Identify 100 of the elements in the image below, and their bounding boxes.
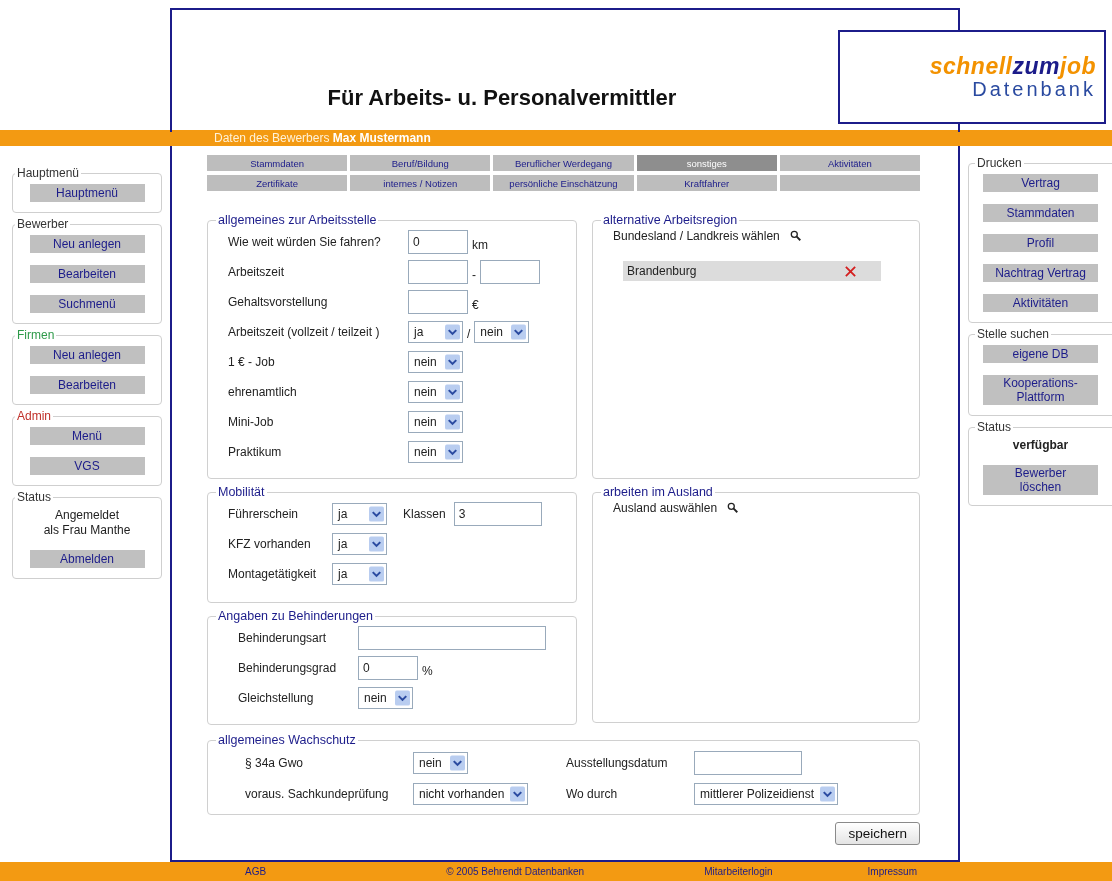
tab[interactable]: Zertifikate bbox=[207, 175, 348, 191]
field-label: Montagetätigkeit bbox=[228, 567, 318, 581]
input-field[interactable] bbox=[408, 260, 468, 284]
menu-button[interactable]: Bewerber löschen bbox=[983, 465, 1098, 495]
tab[interactable]: Beruf/Bildung bbox=[350, 155, 491, 171]
group-title: Bewerber bbox=[16, 217, 70, 231]
group-title: Status bbox=[16, 490, 53, 504]
dropdown[interactable]: nein bbox=[408, 381, 463, 403]
status-text: verfügbar bbox=[1011, 438, 1070, 453]
group-title: Status bbox=[976, 420, 1013, 434]
menu-button[interactable]: Suchmenü bbox=[29, 295, 145, 313]
dropdown[interactable]: ja bbox=[332, 503, 387, 525]
menu-button[interactable]: eigene DB bbox=[983, 345, 1098, 363]
tab[interactable]: persönliche Einschätzung bbox=[493, 175, 634, 191]
input-field[interactable]: 3 bbox=[453, 502, 542, 526]
dropdown[interactable]: ja bbox=[332, 563, 387, 585]
menu-button[interactable]: Menü bbox=[29, 427, 145, 445]
unit-label: € bbox=[472, 298, 479, 314]
dropdown[interactable]: nein bbox=[474, 321, 530, 343]
field-label: Behinderungsgrad bbox=[237, 661, 338, 675]
input-field[interactable]: 0 bbox=[408, 230, 468, 254]
chevron-down-icon bbox=[445, 414, 460, 430]
dropdown[interactable]: nein bbox=[408, 411, 463, 433]
group-title: Stelle suchen bbox=[976, 327, 1051, 341]
chevron-down-icon bbox=[510, 786, 526, 802]
input-field[interactable] bbox=[358, 626, 546, 650]
tab[interactable]: Aktivitäten bbox=[779, 155, 920, 171]
menu-button[interactable]: Vertrag bbox=[983, 174, 1098, 192]
field-label: 1 € - Job bbox=[228, 355, 276, 369]
field-label: Ausstellungsdatum bbox=[566, 756, 669, 770]
unit-label: km bbox=[472, 238, 488, 254]
chevron-down-icon bbox=[395, 690, 410, 706]
menu-button[interactable]: VGS bbox=[29, 457, 145, 475]
field-label: Praktikum bbox=[228, 445, 283, 459]
chevron-down-icon bbox=[369, 506, 384, 522]
dropdown[interactable]: nein bbox=[408, 351, 463, 373]
input-field[interactable]: 0 bbox=[358, 656, 418, 680]
footer-link[interactable]: Mitarbeiterlogin bbox=[704, 866, 773, 877]
field-label: Mini-Job bbox=[228, 415, 275, 429]
field-label: Wo durch bbox=[566, 787, 619, 801]
region-name: Brandenburg bbox=[627, 264, 697, 278]
search-icon[interactable] bbox=[727, 502, 740, 514]
menu-button[interactable]: Profil bbox=[983, 234, 1098, 252]
tab[interactable]: Kraftfahrer bbox=[636, 175, 777, 191]
status-text: Angemeldet als Frau Manthe bbox=[42, 508, 132, 538]
chevron-down-icon bbox=[450, 755, 465, 771]
menu-button[interactable]: Nachtrag Vertrag bbox=[983, 264, 1098, 282]
section-title: alternative Arbeitsregion bbox=[602, 213, 739, 227]
chevron-down-icon bbox=[445, 354, 460, 370]
footer-link[interactable]: Impressum bbox=[867, 866, 917, 877]
section-title: allgemeines Wachschutz bbox=[217, 733, 357, 747]
menu-button[interactable]: Bearbeiten bbox=[29, 265, 145, 283]
save-button[interactable]: speichern bbox=[835, 822, 920, 845]
menu-button[interactable]: Kooperations- Plattform bbox=[983, 375, 1098, 405]
dropdown[interactable]: mittlerer Polizeidienst bbox=[694, 783, 839, 805]
section-title: Angaben zu Behinderungen bbox=[217, 609, 374, 623]
chevron-down-icon bbox=[445, 324, 460, 340]
menu-button[interactable]: Aktivitäten bbox=[983, 294, 1098, 312]
remove-icon[interactable] bbox=[844, 264, 857, 278]
tab[interactable]: internes / Notizen bbox=[350, 175, 491, 191]
input-field[interactable] bbox=[408, 290, 468, 314]
dropdown[interactable]: nein bbox=[413, 752, 468, 774]
menu-button[interactable]: Abmelden bbox=[29, 550, 145, 568]
field-label: Gleichstellung bbox=[237, 691, 315, 705]
input-field[interactable] bbox=[694, 751, 802, 775]
menu-button[interactable]: Neu anlegen bbox=[29, 346, 145, 364]
input-field[interactable] bbox=[480, 260, 540, 284]
unit-label: % bbox=[422, 664, 433, 680]
field-label: ehrenamtlich bbox=[228, 385, 298, 399]
field-label: Arbeitszeit bbox=[228, 265, 286, 279]
chevron-down-icon bbox=[369, 536, 384, 552]
footer-link[interactable]: © 2005 Behrendt Datenbanken bbox=[446, 866, 585, 877]
field-label: Führerschein bbox=[228, 507, 300, 521]
field-label: § 34a Gwo bbox=[244, 756, 305, 770]
group-title: Drucken bbox=[976, 156, 1023, 170]
applicant-heading: Daten des Bewerbers Max Mustermann bbox=[214, 131, 431, 145]
search-icon[interactable] bbox=[789, 230, 802, 242]
section-title: allgemeines zur Arbeitsstelle bbox=[217, 213, 378, 227]
dropdown[interactable]: nein bbox=[358, 687, 413, 709]
field-label: Arbeitszeit (vollzeit / teilzeit ) bbox=[228, 325, 381, 339]
chevron-down-icon bbox=[511, 324, 527, 340]
menu-button[interactable]: Bearbeiten bbox=[29, 376, 145, 394]
menu-button[interactable]: Neu anlegen bbox=[29, 235, 145, 253]
dropdown[interactable]: nicht vorhanden bbox=[413, 783, 529, 805]
menu-button[interactable]: Stammdaten bbox=[983, 204, 1098, 222]
footer-link[interactable]: AGB bbox=[245, 866, 267, 877]
group-title: Firmen bbox=[16, 328, 56, 342]
tab[interactable]: Beruflicher Werdegang bbox=[493, 155, 634, 171]
dropdown[interactable]: ja bbox=[332, 533, 387, 555]
page-title: Für Arbeits- u. Personalvermittler bbox=[326, 84, 678, 112]
unit-label: / bbox=[467, 327, 471, 343]
unit-label: - bbox=[472, 268, 476, 284]
dropdown[interactable]: ja bbox=[408, 321, 463, 343]
tab[interactable]: Stammdaten bbox=[207, 155, 348, 171]
field-label: Behinderungsart bbox=[237, 631, 328, 645]
menu-button[interactable]: Hauptmenü bbox=[29, 184, 145, 202]
field-label: Wie weit würden Sie fahren? bbox=[228, 235, 382, 249]
chevron-down-icon bbox=[369, 566, 384, 582]
field-label: KFZ vorhanden bbox=[228, 537, 312, 551]
dropdown[interactable]: nein bbox=[408, 441, 463, 463]
